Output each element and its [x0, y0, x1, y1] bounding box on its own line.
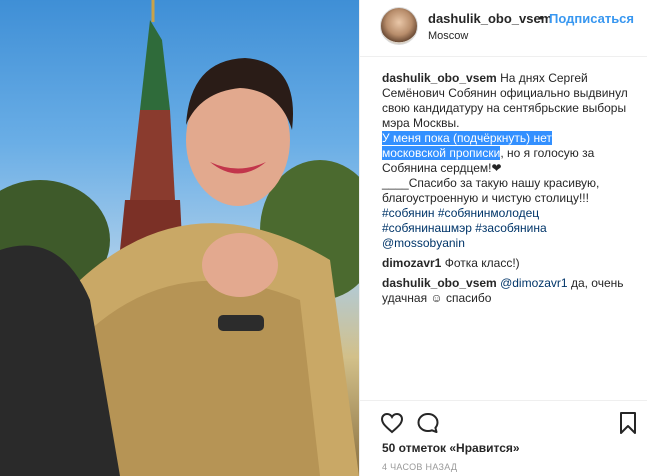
caption-line: ____Спасибо за такую нашу красивую,: [382, 176, 600, 190]
comment-author[interactable]: dashulik_obo_vsem: [382, 276, 497, 290]
comment: dimozavr1 Фотка класс!): [382, 256, 642, 271]
bookmark-icon[interactable]: [616, 411, 640, 435]
comment-text: удачная ☺ спасибо: [382, 291, 492, 305]
caption-line: Семёнович Собянин официально выдвинул: [382, 86, 628, 100]
mention-link[interactable]: @dimozavr1: [500, 276, 568, 290]
comments-section: dashulik_obo_vsem На днях Сергей Семёнов…: [382, 71, 642, 306]
hashtag-line[interactable]: #собянин #собянинмолодец: [382, 206, 642, 221]
caption-line: Собянина сердцем!❤: [382, 161, 502, 175]
caption-line: благоустроенную и чистую столицу!!!: [382, 191, 589, 205]
post-sidebar: dashulik_obo_vsem • Подписаться Moscow d…: [359, 0, 647, 476]
avatar[interactable]: [380, 7, 418, 45]
post-header: dashulik_obo_vsem • Подписаться Moscow: [360, 0, 647, 57]
highlighted-text: московской прописки: [382, 146, 501, 160]
username-link[interactable]: dashulik_obo_vsem: [428, 11, 552, 26]
location-link[interactable]: Moscow: [428, 30, 468, 42]
comment-icon[interactable]: [416, 411, 440, 435]
caption: dashulik_obo_vsem На днях Сергей Семёнов…: [382, 71, 642, 251]
heart-icon[interactable]: [380, 411, 404, 435]
post-photo: [0, 0, 359, 476]
highlighted-text: У меня пока (подчёркнуть) нет: [382, 131, 552, 145]
comment-text: да, очень: [567, 276, 624, 290]
caption-author[interactable]: dashulik_obo_vsem: [382, 71, 497, 85]
mention-link[interactable]: @mossobyanin: [382, 236, 642, 251]
comment-text: Фотка класс!): [444, 256, 520, 270]
caption-line: На днях Сергей: [500, 71, 588, 85]
caption-line: мэра Москвы.: [382, 116, 460, 130]
comment-author[interactable]: dimozavr1: [382, 256, 441, 270]
likes-count[interactable]: 50 отметок «Нравится»: [382, 441, 520, 455]
caption-line: свою кандидатуру на сентябрьские выборы: [382, 101, 627, 115]
hashtag-line[interactable]: #собянинашмэр #засобянина: [382, 221, 642, 236]
caption-line: , но я голосую за: [500, 146, 595, 160]
comment: dashulik_obo_vsem @dimozavr1 да, очень у…: [382, 276, 642, 306]
follow-button[interactable]: Подписаться: [549, 11, 634, 26]
separator-dot: •: [539, 10, 544, 25]
post-timestamp[interactable]: 4 ЧАСОВ НАЗАД: [382, 462, 457, 472]
